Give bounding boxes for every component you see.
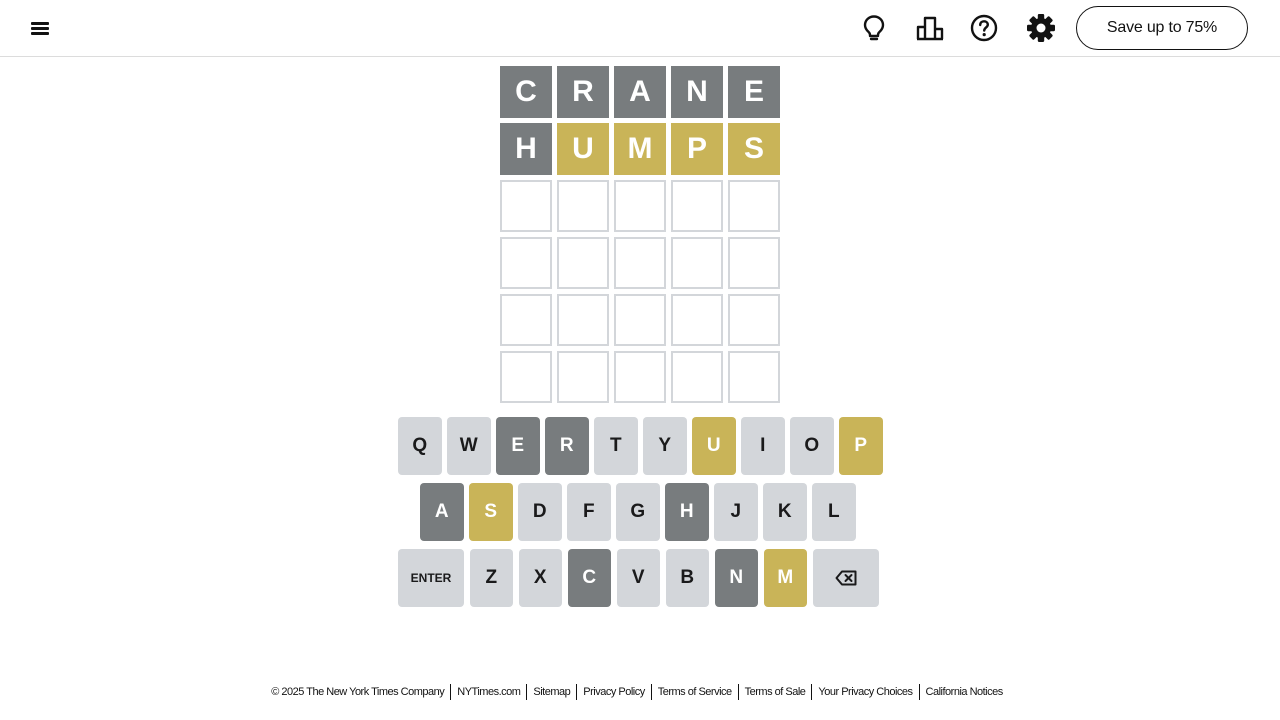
key-m[interactable]: M [763, 549, 807, 607]
board-row [500, 351, 780, 403]
footer-link[interactable]: Sitemap [526, 684, 576, 700]
board-row: CRANE [500, 66, 780, 118]
letter-tile [728, 180, 780, 232]
letter-tile: N [671, 66, 723, 118]
keyboard-row: ASDFGHJKL [420, 483, 856, 541]
key-p[interactable]: P [839, 417, 883, 475]
letter-tile [614, 237, 666, 289]
board-row [500, 180, 780, 232]
key-u[interactable]: U [692, 417, 736, 475]
letter-tile: A [614, 66, 666, 118]
letter-tile [728, 237, 780, 289]
key-b[interactable]: B [665, 549, 709, 607]
key-c[interactable]: C [567, 549, 611, 607]
letter-tile: M [614, 123, 666, 175]
keyboard-row: QWERTYUIOP [398, 417, 883, 475]
letter-tile [671, 237, 723, 289]
game-board: CRANEHUMPS [500, 66, 780, 408]
letter-tile: R [557, 66, 609, 118]
key-a[interactable]: A [420, 483, 464, 541]
footer-link[interactable]: Terms of Sale [737, 684, 812, 700]
key-w[interactable]: W [447, 417, 491, 475]
key-i[interactable]: I [741, 417, 785, 475]
letter-tile: E [728, 66, 780, 118]
letter-tile [557, 180, 609, 232]
key-t[interactable]: T [594, 417, 638, 475]
key-h[interactable]: H [665, 483, 709, 541]
hamburger-menu-icon[interactable] [28, 18, 52, 38]
key-z[interactable]: Z [469, 549, 513, 607]
backspace-key[interactable] [812, 549, 879, 607]
save-subscription-button[interactable]: Save up to 75% [1076, 6, 1248, 50]
letter-tile [671, 294, 723, 346]
key-n[interactable]: N [714, 549, 758, 607]
letter-tile [614, 294, 666, 346]
key-s[interactable]: S [469, 483, 513, 541]
letter-tile [728, 294, 780, 346]
footer-link[interactable]: California Notices [918, 684, 1009, 700]
key-k[interactable]: K [763, 483, 807, 541]
letter-tile [500, 351, 552, 403]
letter-tile [500, 294, 552, 346]
letter-tile [557, 351, 609, 403]
key-e[interactable]: E [496, 417, 540, 475]
letter-tile [500, 180, 552, 232]
gear-icon[interactable] [1024, 12, 1058, 44]
footer-link[interactable]: Terms of Service [650, 684, 738, 700]
letter-tile [728, 351, 780, 403]
key-j[interactable]: J [714, 483, 758, 541]
letter-tile [557, 294, 609, 346]
letter-tile: C [500, 66, 552, 118]
help-question-icon[interactable] [967, 12, 1001, 44]
letter-tile [614, 351, 666, 403]
keyboard-row: ENTER Z X C V B N M [398, 549, 879, 607]
top-nav-bar: Save up to 75% [0, 0, 1280, 57]
board-row: HUMPS [500, 123, 780, 175]
letter-tile: U [557, 123, 609, 175]
key-y[interactable]: Y [643, 417, 687, 475]
enter-key[interactable]: ENTER [398, 549, 464, 607]
letter-tile: P [671, 123, 723, 175]
footer-link[interactable]: NYTimes.com [450, 684, 526, 700]
key-d[interactable]: D [518, 483, 562, 541]
letter-tile: H [500, 123, 552, 175]
key-f[interactable]: F [567, 483, 611, 541]
letter-tile [557, 237, 609, 289]
lightbulb-icon[interactable] [857, 12, 891, 44]
board-row [500, 237, 780, 289]
footer: © 2025 The New York Times Company NYTime… [0, 684, 1280, 700]
footer-link[interactable]: Your Privacy Choices [811, 684, 918, 700]
footer-link[interactable]: Privacy Policy [576, 684, 650, 700]
board-row [500, 294, 780, 346]
letter-tile [671, 180, 723, 232]
key-l[interactable]: L [812, 483, 856, 541]
letter-tile [500, 237, 552, 289]
backspace-icon [835, 570, 856, 586]
letter-tile: S [728, 123, 780, 175]
key-g[interactable]: G [616, 483, 660, 541]
letter-tile [671, 351, 723, 403]
letter-tile [614, 180, 666, 232]
key-v[interactable]: V [616, 549, 660, 607]
key-o[interactable]: O [790, 417, 834, 475]
leaderboard-icon[interactable] [913, 12, 947, 44]
key-x[interactable]: X [518, 549, 562, 607]
footer-copyright: © 2025 The New York Times Company [271, 686, 445, 698]
key-q[interactable]: Q [398, 417, 442, 475]
key-r[interactable]: R [545, 417, 589, 475]
